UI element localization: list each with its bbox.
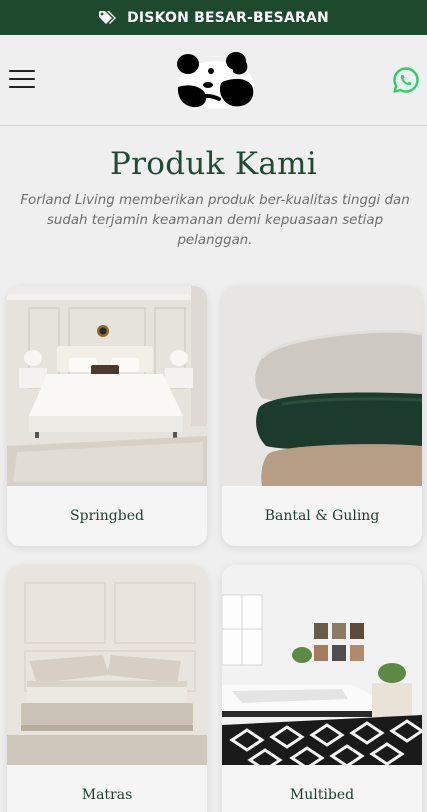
matras-image xyxy=(7,565,207,765)
whatsapp-icon[interactable] xyxy=(392,66,420,94)
site-header xyxy=(0,35,427,126)
tags-icon xyxy=(98,10,118,26)
product-card-springbed[interactable]: Springbed xyxy=(7,286,207,546)
multibed-image xyxy=(222,565,422,765)
product-card-matras[interactable]: Matras xyxy=(7,565,207,812)
product-card-multibed[interactable]: Multibed xyxy=(222,565,422,812)
product-label: Matras xyxy=(81,787,133,803)
product-label: Springbed xyxy=(70,508,144,524)
springbed-image xyxy=(7,286,207,486)
section-description: Forland Living memberikan produk ber-kua… xyxy=(20,193,410,248)
bantal-guling-image xyxy=(222,286,422,486)
promo-banner: DISKON BESAR-BESARAN xyxy=(0,0,427,35)
product-card-bantal-guling[interactable]: Bantal & Guling xyxy=(222,286,422,546)
section-title: Produk Kami xyxy=(109,146,318,182)
panda-logo[interactable] xyxy=(175,49,257,111)
hamburger-menu-icon[interactable] xyxy=(9,69,35,89)
product-label: Multibed xyxy=(289,787,355,803)
promo-text: DISKON BESAR-BESARAN xyxy=(127,9,329,26)
product-label: Bantal & Guling xyxy=(264,508,380,524)
